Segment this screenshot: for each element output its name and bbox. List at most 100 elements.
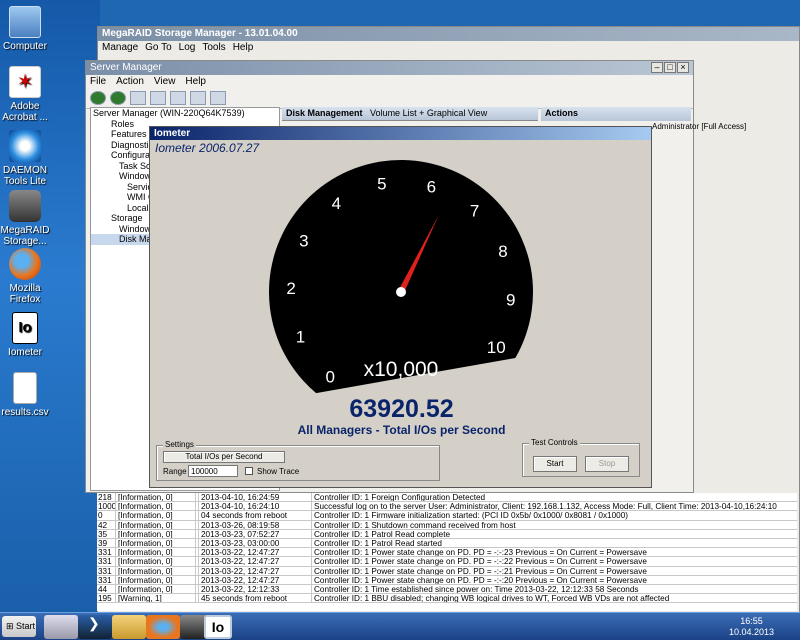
log-time: 2013-03-22, 12:12:33 — [199, 584, 312, 594]
log-id: 42 — [97, 520, 116, 529]
log-row[interactable]: 195 [Warning, 1] 45 seconds from reboot Con… — [97, 594, 797, 604]
log-id: 331 — [97, 557, 116, 566]
show-hide-tree-icon[interactable] — [150, 91, 166, 105]
log-id: 218 — [97, 493, 116, 502]
start-button[interactable]: Start — [533, 456, 577, 472]
log-id: 44 — [97, 584, 116, 594]
server-manager-title: Server Manager — [90, 62, 162, 73]
log-id: 331 — [97, 566, 116, 575]
gauge-tick-label: 5 — [377, 175, 386, 194]
test-controls-group: Test Controls Start Stop — [522, 438, 640, 477]
desktop-icon-iometer[interactable]: Io Iometer — [0, 312, 50, 358]
log-row[interactable]: 44 [Information, 0] 2013-03-22, 12:12:33 Co… — [97, 584, 797, 595]
menu-go-to[interactable]: Go To — [145, 42, 172, 54]
log-id: 35 — [97, 529, 116, 538]
log-time: 2013-03-22, 12:47:27 — [199, 557, 312, 566]
log-time: 2013-03-22, 12:47:27 — [199, 566, 312, 575]
log-time: 2013-03-23, 07:52:27 — [199, 529, 312, 538]
gauge-hub — [396, 287, 406, 297]
menu-help[interactable]: Help — [185, 76, 206, 88]
clock-date: 10.04.2013 — [728, 627, 774, 637]
clock[interactable]: 16:55 10.04.2013 — [729, 616, 774, 638]
log-level: [Information, 0] — [116, 575, 196, 584]
desktop-icon-label: results.csv — [1, 407, 49, 418]
log-row[interactable]: 331 [Information, 0] 2013-03-22, 12:47:27 C… — [97, 548, 797, 558]
desktop-icon-megaraid[interactable]: MegaRAID Storage... — [0, 190, 50, 247]
stop-button[interactable]: Stop — [585, 456, 629, 472]
iops-gauge: 0 1 2 3 4 5 6 7 8 9 10 x10,000 — [269, 160, 533, 394]
log-desc: Controller ID: 1 Patrol Read started — [314, 538, 442, 548]
megaraid-menubar: Manage Go To Log Tools Help — [98, 41, 799, 55]
start-button[interactable]: ⊞ Start — [2, 616, 36, 637]
desktop-icon-results-csv[interactable]: results.csv — [0, 372, 50, 418]
log-row[interactable]: 331 [Information, 0] 2013-03-22, 12:47:27 C… — [97, 566, 797, 576]
log-row[interactable]: 218 [Information, 0] 2013-04-10, 16:24:59 C… — [97, 493, 797, 503]
log-desc: Controller ID: 1 Power state change on P… — [314, 548, 647, 557]
log-row[interactable]: 10000[Information, 0]2013-04-10, 16:24:1… — [97, 502, 797, 512]
log-id: 0 — [97, 511, 116, 520]
log-level: [Warning, 1] — [116, 594, 196, 603]
log-desc: Controller ID: 1 Power state change on P… — [314, 575, 647, 584]
show-trace-checkbox[interactable] — [245, 467, 253, 475]
log-time: 2013-04-10, 16:24:59 — [199, 493, 312, 502]
forward-icon[interactable] — [110, 91, 126, 105]
log-desc: Controller ID: 1 Shutdown command receiv… — [314, 520, 516, 529]
settings-group-label: Settings — [163, 440, 196, 449]
close-button[interactable]: × — [677, 62, 689, 73]
server-manager-titlebar: Server Manager – □ × — [86, 61, 693, 75]
desktop-icon-acrobat[interactable]: ✶ Adobe Acrobat ... — [0, 66, 50, 123]
export-icon[interactable] — [210, 91, 226, 105]
log-row[interactable]: 0 [Information, 0] 04 seconds from reboot C… — [97, 511, 797, 521]
account-text: Administrator [Full Access] — [652, 122, 747, 131]
log-level: [Information, 0] — [116, 548, 196, 557]
disk-management-header: Disk Management Volume List + Graphical … — [282, 107, 538, 121]
menu-log[interactable]: Log — [179, 42, 196, 54]
daemon-tools-icon — [9, 130, 41, 162]
gauge-tick-label: 4 — [332, 194, 341, 213]
desktop-icon-daemon-tools[interactable]: DAEMON Tools Lite — [0, 130, 50, 187]
taskbar-powershell-icon[interactable]: ❯ — [78, 615, 112, 639]
log-row[interactable]: 331 [Information, 0] 2013-03-22, 12:47:27 C… — [97, 557, 797, 567]
log-level: [Information, 0] — [116, 502, 196, 511]
log-level: [Information, 0] — [116, 511, 196, 520]
menu-file[interactable]: File — [90, 76, 106, 88]
minimize-button[interactable]: – — [651, 62, 663, 73]
log-desc: Successful log on to the server User: Ad… — [314, 502, 777, 511]
desktop-icon-label: Mozilla Firefox — [9, 283, 41, 305]
maximize-button[interactable]: □ — [664, 62, 676, 73]
desktop-icon-label: Adobe Acrobat ... — [2, 101, 48, 123]
log-row[interactable]: 42 [Information, 0] 2013-03-26, 08:19:58 Co… — [97, 520, 797, 530]
range-input[interactable] — [188, 465, 238, 477]
desktop-icon-computer[interactable]: Computer — [0, 6, 50, 52]
tree-item-root[interactable]: Server Manager (WIN-220Q64K7539) — [91, 108, 279, 119]
menu-tools[interactable]: Tools — [202, 42, 225, 54]
menu-view[interactable]: View — [154, 76, 176, 88]
powershell-glyph: ❯ — [88, 615, 100, 631]
gauge-tick-label: 10 — [487, 338, 506, 357]
properties-icon[interactable] — [170, 91, 186, 105]
log-time: 2013-04-10, 16:24:10 — [199, 502, 312, 511]
log-desc: Controller ID: 1 Firmware initialization… — [314, 511, 628, 520]
desktop-icon-firefox[interactable]: Mozilla Firefox — [0, 248, 50, 305]
taskbar-server-manager-icon[interactable] — [44, 615, 78, 639]
log-level: [Information, 0] — [116, 538, 196, 548]
gauge-tick-label: 3 — [299, 231, 308, 250]
desktop-icon-label: Iometer — [8, 347, 42, 358]
log-row[interactable]: 39 [Information, 0] 2013-03-23, 03:00:00 Co… — [97, 538, 797, 549]
menu-action[interactable]: Action — [116, 76, 144, 88]
log-level: [Information, 0] — [116, 529, 196, 538]
taskbar-firefox-icon[interactable] — [146, 615, 180, 639]
back-icon[interactable] — [90, 91, 106, 105]
log-desc: Controller ID: 1 BBU disabled; changing … — [314, 594, 670, 603]
desktop-icon-label: MegaRAID Storage... — [0, 225, 50, 247]
log-row[interactable]: 331 [Information, 0] 2013-03-22, 12:47:27 C… — [97, 575, 797, 585]
help-icon[interactable] — [190, 91, 206, 105]
taskbar-iometer-icon[interactable]: Io — [204, 615, 232, 639]
gauge-tick-label: 8 — [498, 242, 507, 261]
log-row[interactable]: 35 [Information, 0] 2013-03-23, 07:52:27 Co… — [97, 529, 797, 539]
metric-select-button[interactable]: Total I/Os per Second — [163, 451, 285, 463]
menu-manage[interactable]: Manage — [102, 42, 138, 54]
up-folder-icon[interactable] — [130, 91, 146, 105]
taskbar-explorer-icon[interactable] — [112, 615, 146, 639]
menu-help[interactable]: Help — [233, 42, 254, 54]
